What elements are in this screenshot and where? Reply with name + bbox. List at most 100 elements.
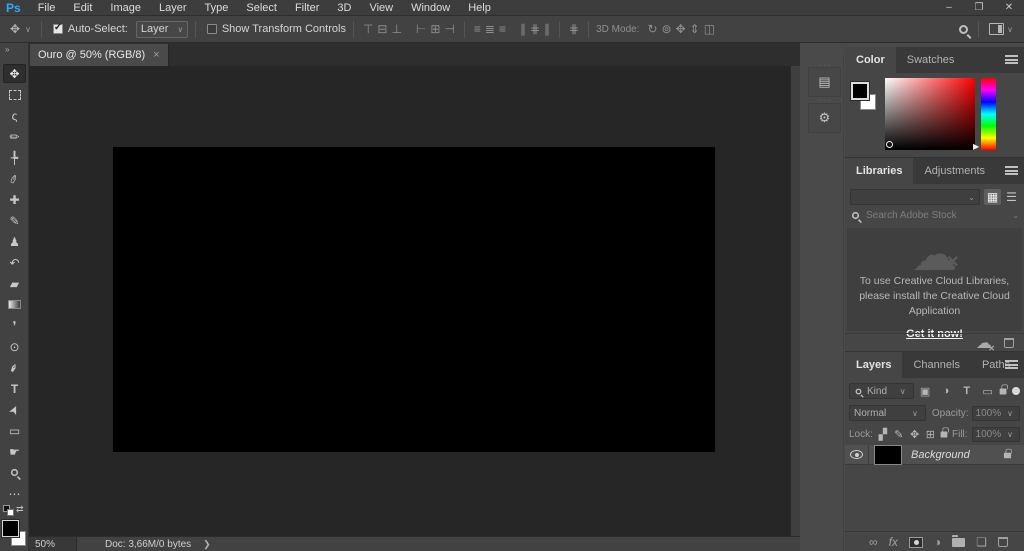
tool-history-brush[interactable]: ↶ — [3, 253, 26, 272]
collapsed-panel-gear-icon[interactable]: ⚙ — [808, 95, 841, 133]
distribute-vertical-centers-icon[interactable]: ≣ — [483, 22, 497, 36]
tool-eraser[interactable]: ▰ — [3, 274, 26, 293]
tool-dodge[interactable]: ⊙ — [3, 337, 26, 356]
tool-zoom[interactable] — [3, 463, 26, 482]
menu-layer[interactable]: Layer — [150, 2, 196, 14]
hue-slider[interactable] — [981, 78, 996, 150]
tool-clone-stamp[interactable]: ♟ — [3, 232, 26, 251]
new-group-icon[interactable] — [952, 534, 966, 547]
search-icon[interactable] — [959, 24, 969, 34]
grid-view-button[interactable]: ▦ — [984, 189, 1001, 205]
document-tab[interactable]: Ouro @ 50% (RGB/8) × — [30, 44, 169, 66]
collapsed-panel-list-icon[interactable]: ▤ — [808, 59, 841, 97]
filter-pixel-layers-icon[interactable]: ▣ — [916, 385, 935, 398]
tool-eyedropper[interactable]: ✑ — [3, 169, 26, 188]
filter-shape-layers-icon[interactable]: ▭ — [978, 385, 997, 398]
delete-library-item-icon[interactable] — [1004, 338, 1014, 348]
distribute-spacing-icon[interactable]: ⋕ — [567, 22, 581, 36]
toolbar-expand-icon[interactable]: » — [5, 45, 10, 54]
vertical-scrollbar[interactable] — [790, 66, 800, 536]
tab-channels[interactable]: Channels — [902, 352, 970, 378]
hue-slider-arrow-icon[interactable]: ▶ — [973, 142, 979, 151]
3d-camera-icon[interactable]: ◫ — [702, 22, 717, 36]
zoom-level-field[interactable]: 50% — [29, 537, 77, 551]
filter-adjustment-layers-icon[interactable]: ◑ — [936, 385, 955, 397]
menu-edit[interactable]: Edit — [64, 2, 101, 14]
color-saturation-field[interactable] — [885, 78, 975, 150]
tool-hand[interactable]: ☛ — [3, 442, 26, 461]
swap-colors-icon[interactable]: ⇄ — [16, 504, 24, 515]
list-view-button[interactable]: ☰ — [1003, 189, 1020, 205]
menu-type[interactable]: Type — [196, 2, 238, 14]
tool-path-selection[interactable]: ➤ — [3, 400, 26, 419]
lock-artboards-icon[interactable]: ⊞ — [924, 428, 936, 441]
restore-button[interactable]: ❐ — [964, 2, 994, 13]
sync-status-icon[interactable]: ☁ ✕ — [976, 333, 995, 353]
link-layers-icon[interactable]: ∞ — [869, 535, 878, 549]
tool-quick-selection[interactable]: ✏ — [3, 127, 26, 146]
tool-preset-chevron-icon[interactable]: ∨ — [22, 25, 34, 34]
menu-filter[interactable]: Filter — [286, 2, 328, 14]
tab-libraries[interactable]: Libraries — [845, 158, 914, 184]
menu-file[interactable]: File — [29, 2, 65, 14]
tab-swatches[interactable]: Swatches — [896, 47, 966, 73]
menu-view[interactable]: View — [360, 2, 402, 14]
auto-select-target-dropdown[interactable]: Layer ∨ — [135, 20, 188, 38]
3d-roll-icon[interactable]: ⊚ — [660, 22, 674, 36]
tool-rectangle[interactable]: ▭ — [3, 421, 26, 440]
lock-transparent-pixels-icon[interactable]: ▞ — [877, 428, 889, 441]
library-select-dropdown[interactable]: ⌄ — [850, 189, 980, 205]
libraries-panel-menu-icon[interactable] — [1005, 166, 1018, 175]
distribute-left-edges-icon[interactable]: ∥ — [518, 22, 528, 36]
panel-foreground-swatch[interactable] — [850, 81, 870, 101]
color-panel-menu-icon[interactable] — [1005, 55, 1018, 64]
close-button[interactable]: ✕ — [994, 2, 1024, 13]
filter-kind-dropdown[interactable]: Kind ∨ — [849, 383, 914, 399]
align-top-edges-icon[interactable]: ⊤ — [361, 22, 375, 36]
tool-crop[interactable]: ╄ — [3, 148, 26, 167]
new-layer-icon[interactable]: ❏ — [976, 535, 987, 549]
layer-visibility-cell[interactable] — [845, 444, 869, 465]
fill-field[interactable]: 100% ∨ — [971, 426, 1020, 442]
align-vertical-centers-icon[interactable]: ⊟ — [375, 22, 389, 36]
blend-mode-dropdown[interactable]: Normal ∨ — [849, 405, 926, 421]
opacity-field[interactable]: 100% ∨ — [971, 405, 1020, 421]
minimize-button[interactable]: – — [934, 2, 964, 13]
status-options-chevron-icon[interactable]: ❯ — [203, 539, 211, 550]
edit-toolbar-button[interactable]: ⋯ — [3, 484, 26, 503]
workspace-chevron-icon[interactable]: ∨ — [1004, 25, 1016, 34]
add-layer-mask-icon[interactable] — [908, 536, 923, 548]
stock-search-field[interactable]: Search Adobe Stock ⌄ — [851, 210, 1019, 221]
delete-layer-icon[interactable] — [997, 537, 1008, 547]
menu-select[interactable]: Select — [237, 2, 286, 14]
distribute-horizontal-centers-icon[interactable]: ⋕ — [528, 22, 542, 36]
lock-image-pixels-icon[interactable]: ✎ — [893, 428, 905, 441]
tool-move[interactable]: ✥ — [3, 64, 26, 83]
lock-position-icon[interactable]: ✥ — [909, 428, 921, 441]
filter-type-layers-icon[interactable]: T — [957, 385, 976, 397]
3d-pan-icon[interactable]: ✥ — [674, 22, 688, 36]
lock-all-icon[interactable] — [940, 426, 949, 437]
document-tab-close-icon[interactable]: × — [153, 49, 159, 61]
workspace-switcher-icon[interactable] — [989, 23, 1005, 35]
distribute-bottom-edges-icon[interactable]: ≡ — [497, 22, 508, 36]
distribute-right-edges-icon[interactable]: ∥ — [542, 22, 552, 36]
menu-window[interactable]: Window — [402, 2, 459, 14]
align-right-edges-icon[interactable]: ⊣ — [442, 22, 456, 36]
filter-smart-objects-icon[interactable] — [999, 383, 1009, 394]
layer-thumbnail[interactable] — [874, 444, 902, 465]
layer-style-fx-icon[interactable]: fx — [889, 535, 898, 549]
align-horizontal-centers-icon[interactable]: ⊞ — [428, 22, 442, 36]
tab-adjustments[interactable]: Adjustments — [913, 158, 996, 184]
filtering-toggle-icon[interactable] — [1012, 387, 1021, 395]
auto-select-checkbox[interactable] — [52, 22, 63, 34]
move-tool-icon[interactable]: ✥ — [8, 22, 22, 36]
layer-row-background[interactable]: Background — [845, 444, 1024, 465]
menu-image[interactable]: Image — [101, 2, 150, 14]
align-bottom-edges-icon[interactable]: ⊥ — [389, 22, 403, 36]
color-picker-dot[interactable] — [886, 141, 893, 148]
tool-rectangular-marquee[interactable] — [3, 85, 26, 104]
tool-brush[interactable]: ✎ — [3, 211, 26, 230]
show-transform-checkbox[interactable] — [206, 24, 217, 34]
new-adjustment-layer-icon[interactable]: ◑ — [934, 535, 941, 549]
